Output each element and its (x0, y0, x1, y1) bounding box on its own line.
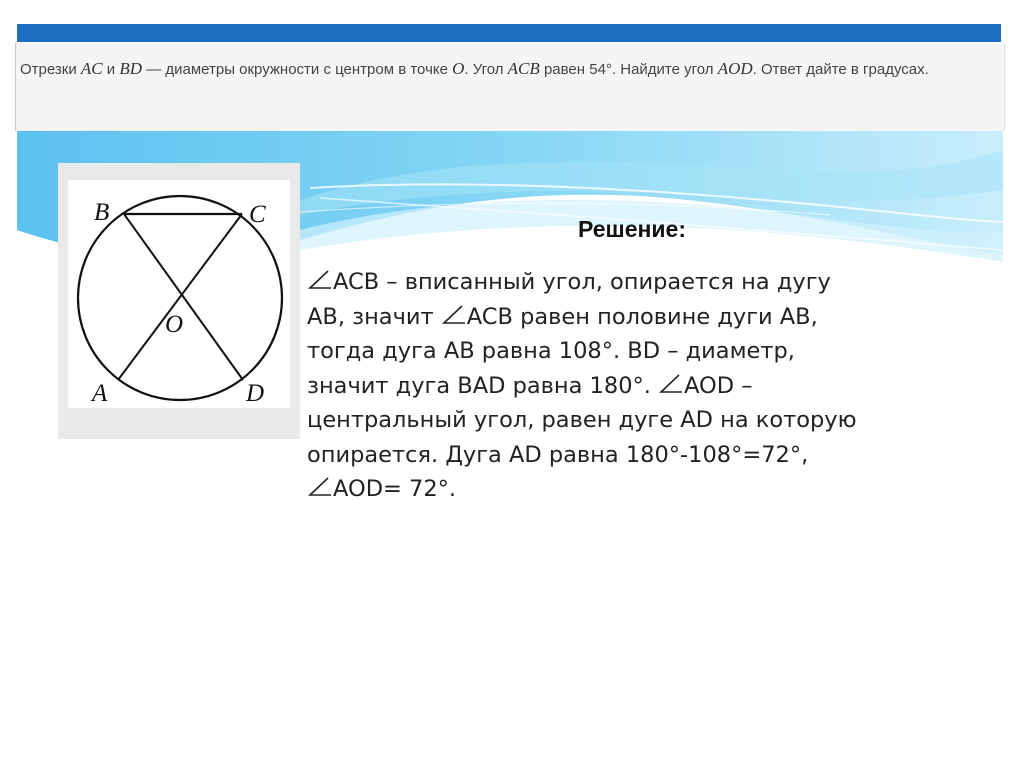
task-part: равен 54°. Найдите угол (539, 61, 718, 78)
figure-frame: B C O A D (68, 180, 290, 408)
task-math: ACB (507, 59, 540, 78)
label-b: B (94, 199, 109, 226)
solution-line-text: AOD= 72°. (333, 476, 457, 502)
solution-line-text: AOD – (684, 372, 753, 399)
solution-line: AOD= 72°. (307, 472, 997, 507)
figure-panel: B C O A D (58, 163, 300, 439)
solution-heading: Решение: (578, 216, 687, 242)
solution-line: AB, значит ACB равен половине дуги AB, (307, 300, 997, 335)
task-statement: Отрезки AC и BD — диаметры окружности с … (20, 57, 1000, 81)
task-part: — диаметры окружности с центром в точке (142, 61, 453, 78)
solution-line: тогда дуга AB равна 108°. BD – диаметр, (307, 334, 997, 369)
solution-line-text: ACB равен половине дуги AB, (466, 303, 818, 330)
circle-diagram: B C O A D (76, 194, 284, 407)
solution-line: опирается. Дуга AD равна 180°-108°=72°, (307, 438, 997, 473)
solution-line-text: центральный угол, равен дуге AD на котор… (307, 407, 857, 433)
top-accent-bar (17, 24, 1001, 42)
solution-line-text: AB, значит (307, 303, 441, 330)
solution-line: значит дуга BAD равна 180°. AOD – (307, 369, 997, 404)
task-statement-box: Отрезки AC и BD — диаметры окружности с … (15, 43, 1005, 131)
angle-icon (307, 270, 331, 289)
solution-line: центральный угол, равен дуге AD на котор… (307, 403, 997, 438)
solution-line-text: ACB – вписанный угол, опирается на дугу (333, 269, 831, 295)
diameter-ac (117, 213, 243, 381)
label-o: O (165, 311, 183, 338)
task-math: AOD (717, 59, 753, 78)
task-part: Отрезки (20, 61, 81, 78)
solution-line-text: тогда дуга AB равна 108°. BD – диаметр, (307, 338, 795, 364)
task-part: . Ответ дайте в градусах. (752, 61, 929, 78)
label-c: C (249, 201, 266, 228)
solution-text: ACB – вписанный угол, опирается на дугу … (307, 265, 997, 507)
task-math: O (452, 59, 465, 78)
task-math: BD (119, 59, 143, 78)
label-a: A (90, 380, 108, 407)
solution-line-text: значит дуга BAD равна 180°. (307, 372, 659, 399)
label-d: D (245, 380, 264, 407)
task-part: . Угол (464, 61, 508, 78)
solution-line: ACB – вписанный угол, опирается на дугу (307, 265, 997, 300)
angle-icon (307, 477, 331, 496)
diameter-bd (123, 213, 244, 381)
solution-line-text: опирается. Дуга AD равна 180°-108°=72°, (307, 441, 809, 468)
angle-icon (659, 373, 683, 393)
angle-icon (441, 304, 465, 324)
task-math: AC (80, 59, 103, 78)
task-part: и (102, 61, 120, 78)
